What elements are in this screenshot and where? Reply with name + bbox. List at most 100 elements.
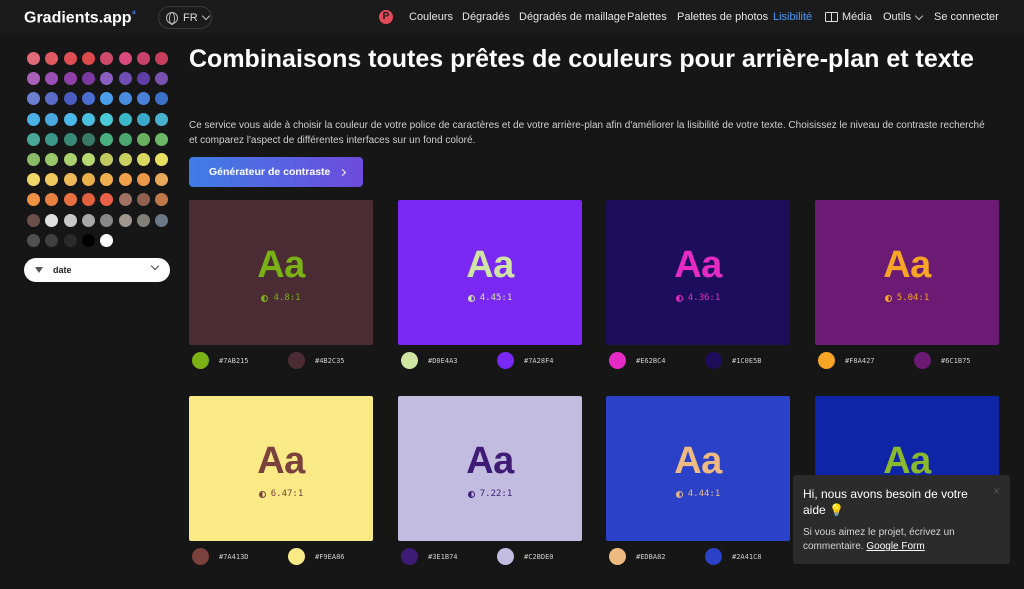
color-swatch[interactable] (27, 72, 40, 86)
color-dot[interactable] (288, 548, 305, 565)
hex-code[interactable]: #4B2C35 (315, 357, 345, 365)
color-swatch[interactable] (155, 173, 169, 187)
color-swatch[interactable] (63, 92, 77, 106)
color-swatch[interactable] (136, 72, 150, 86)
color-dot[interactable] (288, 352, 305, 369)
color-swatch[interactable] (45, 173, 59, 187)
color-swatch[interactable] (136, 213, 150, 227)
color-swatch[interactable] (81, 92, 95, 106)
color-dot[interactable] (401, 548, 418, 565)
color-swatch[interactable] (45, 233, 59, 247)
color-dot[interactable] (609, 352, 626, 369)
color-swatch[interactable] (155, 72, 169, 86)
nav-item-se-connecter[interactable]: Se connecter (934, 0, 999, 34)
nav-item-couleurs[interactable]: Couleurs (409, 0, 453, 34)
color-swatch[interactable] (63, 213, 77, 227)
color-swatch[interactable] (45, 153, 59, 166)
color-swatch[interactable] (118, 132, 132, 146)
color-swatch[interactable] (136, 132, 150, 146)
color-dot[interactable] (497, 352, 514, 369)
nav-item-lisibilit-[interactable]: Lisibilité (773, 0, 812, 34)
color-swatch[interactable] (45, 72, 59, 86)
color-dot[interactable] (818, 352, 835, 369)
color-swatch[interactable] (118, 52, 132, 65)
sort-dropdown[interactable]: date (24, 258, 170, 282)
color-swatch[interactable] (118, 112, 132, 126)
color-swatch[interactable] (100, 92, 114, 106)
hex-code[interactable]: #F9EA86 (315, 553, 345, 561)
hex-code[interactable]: #3E1B74 (428, 553, 458, 561)
color-dot[interactable] (609, 548, 626, 565)
contrast-card[interactable]: Aa 4.45:1 (398, 200, 582, 345)
nav-item-m-dia[interactable]: Média (825, 0, 872, 34)
color-swatch[interactable] (27, 112, 40, 126)
color-swatch[interactable] (27, 52, 40, 65)
color-swatch[interactable] (136, 52, 150, 65)
color-dot[interactable] (401, 352, 418, 369)
color-swatch[interactable] (63, 193, 77, 207)
color-swatch[interactable] (63, 52, 77, 65)
color-swatch[interactable] (100, 173, 114, 187)
color-swatch[interactable] (45, 132, 59, 146)
color-swatch[interactable] (45, 213, 59, 227)
color-swatch[interactable] (100, 153, 114, 166)
color-swatch[interactable] (136, 112, 150, 126)
color-swatch[interactable] (81, 193, 95, 207)
contrast-card[interactable]: Aa 6.47:1 (189, 396, 373, 541)
color-swatch[interactable] (27, 173, 40, 187)
color-swatch[interactable] (81, 233, 95, 247)
contrast-card[interactable]: Aa 4.8:1 (189, 200, 373, 345)
color-swatch[interactable] (118, 193, 132, 207)
color-swatch[interactable] (100, 72, 114, 86)
color-swatch[interactable] (63, 233, 77, 247)
color-swatch[interactable] (155, 52, 169, 65)
hex-code[interactable]: #7A413D (219, 553, 249, 561)
hex-code[interactable]: #6C1B75 (941, 357, 971, 365)
color-swatch[interactable] (81, 112, 95, 126)
hex-code[interactable]: #EDBA82 (636, 553, 666, 561)
google-form-link[interactable]: Google Form (866, 541, 924, 552)
color-swatch[interactable] (100, 132, 114, 146)
color-swatch[interactable] (45, 112, 59, 126)
color-swatch[interactable] (155, 213, 169, 227)
color-dot[interactable] (705, 352, 722, 369)
color-swatch[interactable] (100, 213, 114, 227)
color-swatch[interactable] (155, 153, 169, 166)
color-swatch[interactable] (81, 213, 95, 227)
pinterest-icon[interactable]: P (379, 10, 393, 24)
color-swatch[interactable] (27, 132, 40, 146)
close-icon[interactable]: × (993, 484, 1000, 498)
color-swatch[interactable] (100, 112, 114, 126)
color-swatch[interactable] (118, 72, 132, 86)
color-swatch[interactable] (136, 153, 150, 166)
nav-item-palettes-de-photos[interactable]: Palettes de photos (677, 0, 768, 34)
hex-code[interactable]: #D0E4A3 (428, 357, 458, 365)
color-swatch[interactable] (63, 72, 77, 86)
color-swatch[interactable] (155, 92, 169, 106)
color-swatch[interactable] (100, 233, 114, 247)
color-swatch[interactable] (81, 173, 95, 187)
contrast-card[interactable]: Aa 4.36:1 (606, 200, 790, 345)
color-swatch[interactable] (27, 153, 40, 166)
color-swatch[interactable] (27, 193, 40, 207)
color-swatch[interactable] (136, 193, 150, 207)
contrast-card[interactable]: Aa 5.04:1 (815, 200, 999, 345)
color-swatch[interactable] (155, 132, 169, 146)
nav-item-outils[interactable]: Outils (883, 0, 924, 34)
hex-code[interactable]: #E62BC4 (636, 357, 666, 365)
color-swatch[interactable] (136, 92, 150, 106)
color-swatch[interactable] (45, 52, 59, 65)
color-swatch[interactable] (81, 72, 95, 86)
color-swatch[interactable] (81, 132, 95, 146)
logo[interactable]: Gradients.app⁴ (24, 8, 136, 27)
color-swatch[interactable] (45, 193, 59, 207)
color-swatch[interactable] (155, 193, 169, 207)
hex-code[interactable]: #C2BDE0 (524, 553, 554, 561)
language-selector[interactable]: FR (158, 6, 212, 29)
nav-item-d-grad-s-de-maillage[interactable]: Dégradés de maillage (519, 0, 626, 34)
color-swatch[interactable] (155, 112, 169, 126)
color-dot[interactable] (192, 548, 209, 565)
color-swatch[interactable] (63, 153, 77, 166)
hex-code[interactable]: #2A41C8 (732, 553, 762, 561)
color-swatch[interactable] (27, 213, 40, 227)
